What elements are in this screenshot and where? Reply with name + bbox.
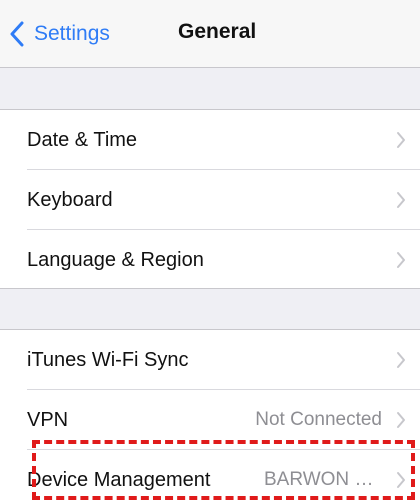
row-label: Date & Time xyxy=(27,128,138,151)
row-vpn[interactable]: VPN Not Connected xyxy=(0,390,420,450)
chevron-right-icon xyxy=(396,351,406,369)
chevron-right-icon xyxy=(396,471,406,489)
row-label: Language & Region xyxy=(27,248,204,271)
row-label: iTunes Wi-Fi Sync xyxy=(27,348,189,371)
navigation-bar: Settings General xyxy=(0,0,420,68)
chevron-right-icon xyxy=(396,411,406,429)
row-date-time[interactable]: Date & Time xyxy=(0,110,420,170)
chevron-right-icon xyxy=(396,191,406,209)
row-label: VPN xyxy=(27,408,69,431)
row-itunes-wifi-sync[interactable]: iTunes Wi-Fi Sync xyxy=(0,330,420,390)
chevron-left-icon xyxy=(10,19,30,49)
page-title: General xyxy=(178,20,257,43)
settings-general-screen: Settings General Date & Time Keyboard La… xyxy=(0,0,420,504)
settings-group-1: Date & Time Keyboard Language & Region xyxy=(0,109,420,289)
row-language-region[interactable]: Language & Region xyxy=(0,230,420,290)
chevron-right-icon xyxy=(396,251,406,269)
back-button-label: Settings xyxy=(34,22,110,45)
row-label: Keyboard xyxy=(27,188,113,211)
row-device-management[interactable]: Device Management BARWON H... xyxy=(0,450,420,504)
row-keyboard[interactable]: Keyboard xyxy=(0,170,420,230)
chevron-right-icon xyxy=(396,131,406,149)
vpn-status-value: Not Connected xyxy=(255,409,382,430)
row-label: Device Management xyxy=(27,468,211,491)
settings-group-2: iTunes Wi-Fi Sync VPN Not Connected Devi… xyxy=(0,329,420,504)
back-button[interactable]: Settings xyxy=(10,18,110,50)
device-management-value: BARWON H... xyxy=(264,469,382,490)
